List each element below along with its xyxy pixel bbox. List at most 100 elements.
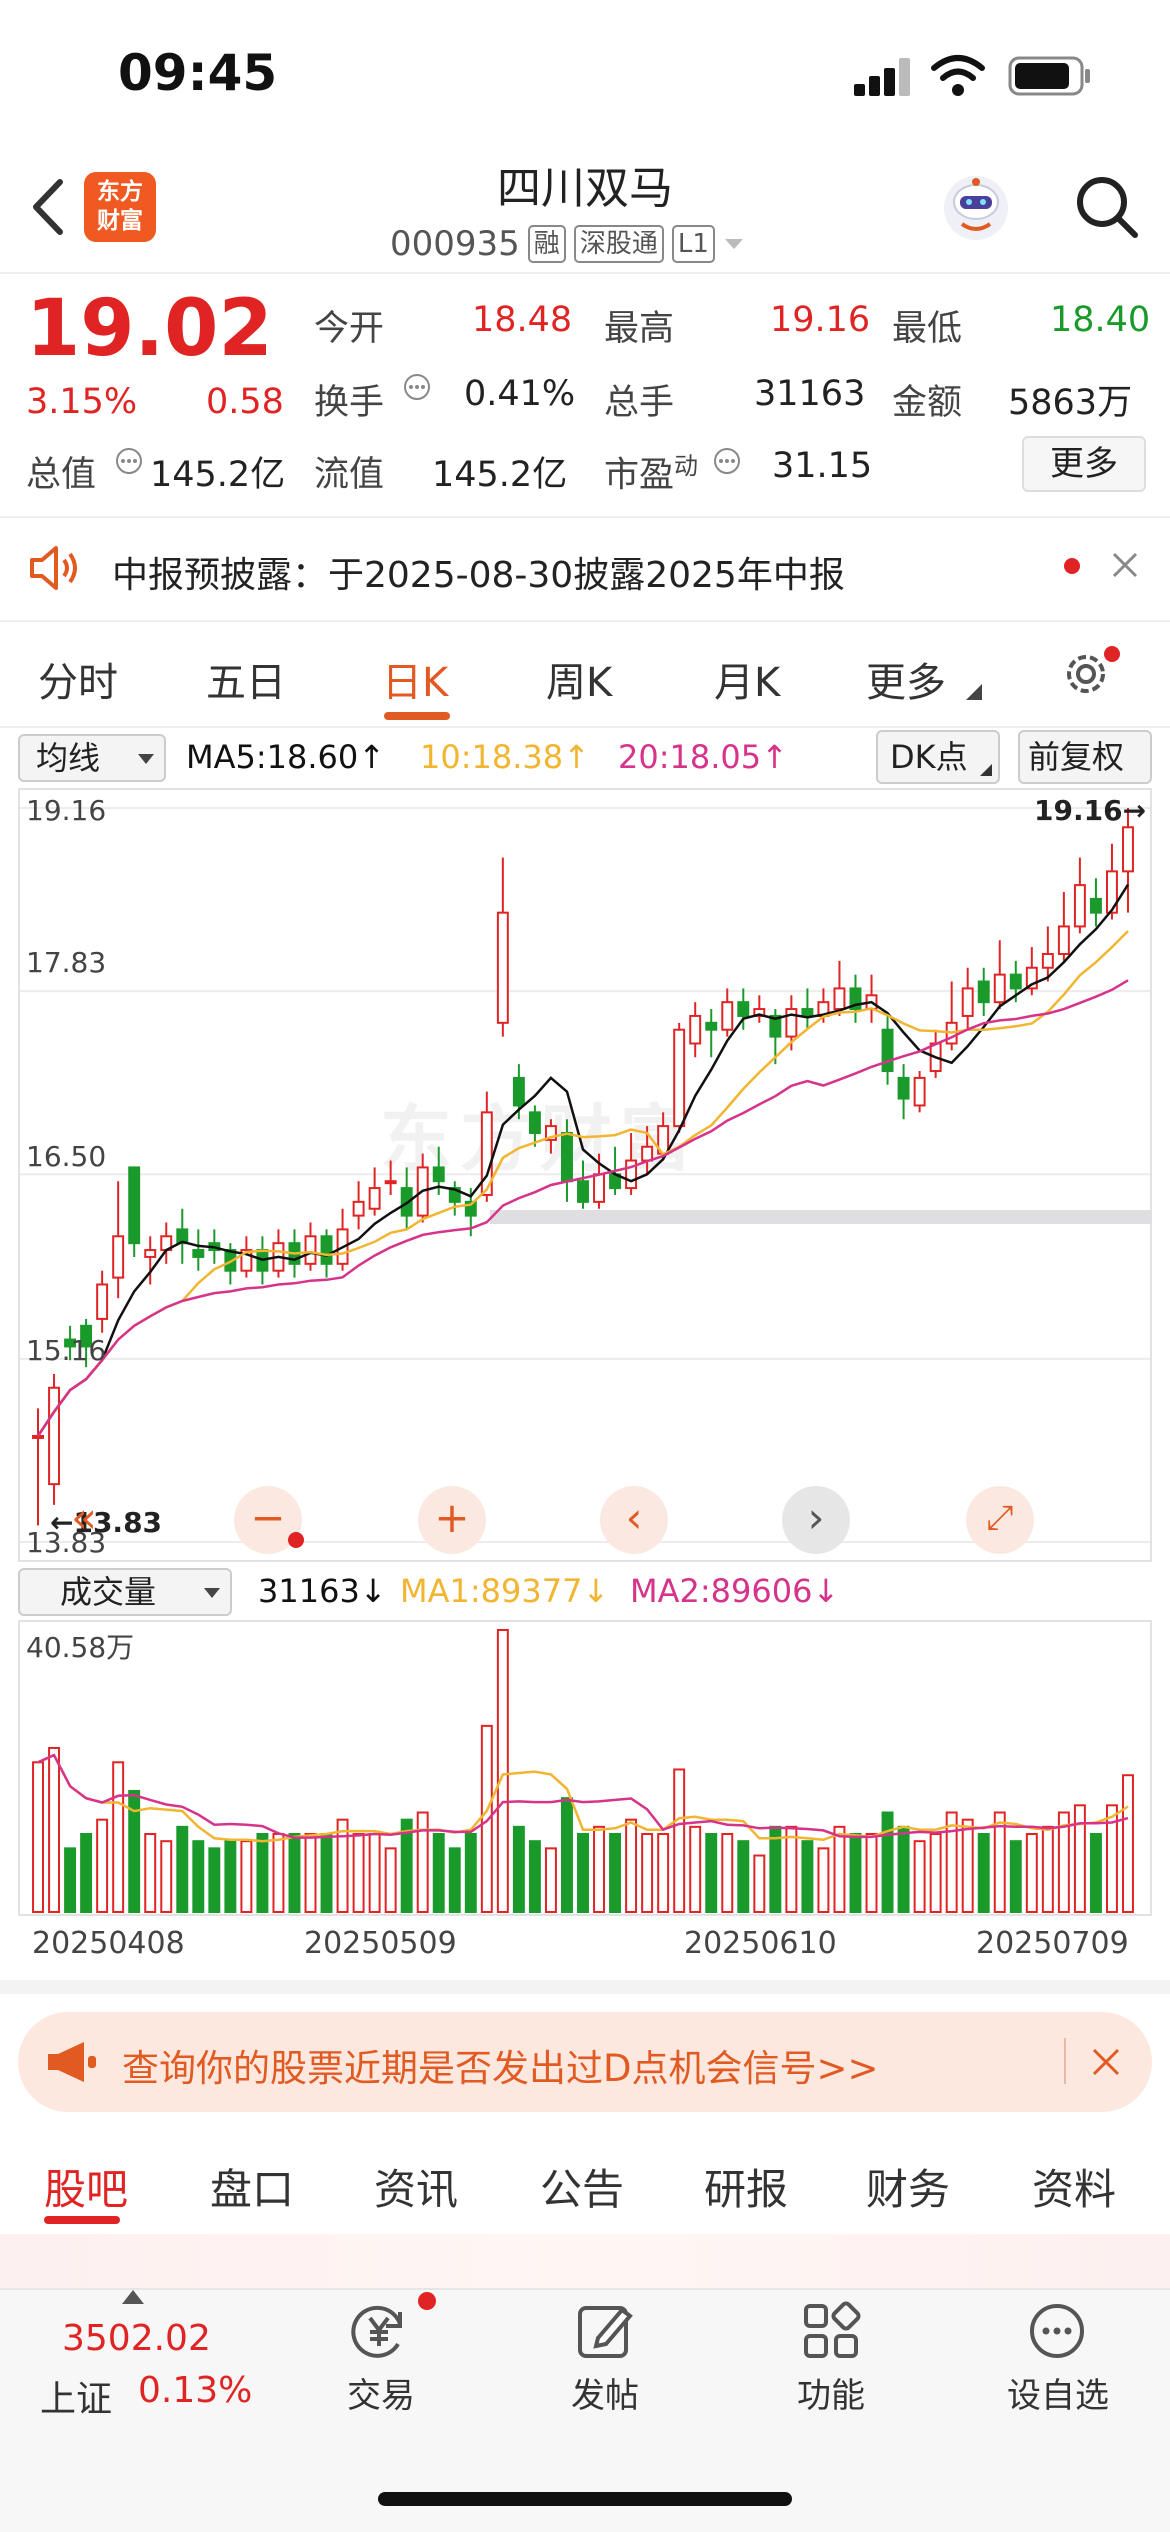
notice-text[interactable]: 中报预披露：于2025-08-30披露2025年中报 [112, 546, 845, 598]
volume-bar-up [144, 1833, 157, 1913]
volume-value: 31163 [754, 374, 866, 414]
candle-up [1041, 952, 1054, 969]
wifi-icon [931, 55, 985, 96]
info-dots-icon[interactable] [402, 372, 432, 402]
volume-bar-up [657, 1833, 670, 1913]
volume-bar-down [256, 1833, 269, 1913]
tab-week-k[interactable]: 周K [546, 650, 612, 708]
nav-post[interactable]: 发帖 [558, 2368, 652, 2417]
open-value: 18.48 [472, 300, 573, 340]
fullscreen-icon[interactable]: ⤢ [966, 1486, 1034, 1554]
tab-active-indicator [384, 712, 450, 720]
volume-bar-up [32, 1761, 44, 1913]
volume-selector-dropdown[interactable]: 成交量 [18, 1568, 232, 1616]
forward-adjust-button[interactable]: 前复权 [1018, 730, 1152, 784]
ma5-value: MA5:18.60↑ [186, 738, 386, 776]
nav-set-watchlist[interactable]: 设自选 [998, 2368, 1118, 2417]
tab-five-day[interactable]: 五日 [206, 650, 286, 708]
tab-guba[interactable]: 股吧 [44, 2156, 128, 2217]
volume-bar-down [176, 1825, 189, 1913]
function-grid-icon[interactable] [800, 2300, 862, 2362]
volume-bar-down [64, 1847, 77, 1913]
candle-down [1089, 897, 1102, 914]
volume-bar-down [897, 1825, 910, 1913]
y-axis-label-max: 19.16 [26, 794, 107, 827]
close-icon[interactable] [1110, 550, 1140, 580]
close-icon[interactable] [1090, 2046, 1122, 2078]
ma5-line [36, 883, 1130, 1437]
y-axis-label: 17.83 [26, 946, 107, 979]
trade-yen-icon[interactable] [348, 2300, 410, 2362]
more-quote-button[interactable]: 更多 [1022, 436, 1146, 492]
robot-assistant-icon[interactable] [940, 172, 1012, 244]
candle-down [192, 1249, 205, 1258]
pe-label: 市盈动 [604, 452, 699, 496]
zoom-in-button[interactable]: + [418, 1486, 486, 1554]
candle-up [833, 987, 846, 1011]
zoom-out-dot [288, 1532, 304, 1548]
candle-up [785, 1008, 798, 1038]
collapse-left-icon[interactable]: « [50, 1486, 118, 1554]
tab-news[interactable]: 资讯 [374, 2156, 458, 2217]
tab-pankou[interactable]: 盘口 [210, 2156, 294, 2217]
candle-up [689, 1014, 702, 1045]
kline-chart-panel[interactable]: 东方财富 19.16 17.83 16.50 15.16 13.83 19.16… [18, 788, 1152, 1562]
volume-bar-up [1073, 1804, 1086, 1914]
volume-bar-down [801, 1840, 814, 1913]
dpoint-banner[interactable]: 查询你的股票近期是否发出过D点机会信号>> [18, 2012, 1152, 2112]
volume-bar-up [673, 1768, 686, 1913]
tab-day-k[interactable]: 日K [382, 650, 448, 708]
volume-bar-down [464, 1833, 477, 1913]
total-cap-value: 145.2亿 [150, 455, 286, 495]
caret-down-icon [138, 754, 154, 764]
volume-bar-down [881, 1811, 894, 1914]
volume-bar-down [609, 1833, 622, 1913]
tab-month-k[interactable]: 月K [714, 650, 780, 708]
pan-right-button[interactable]: › [782, 1486, 850, 1554]
volume-y-max: 40.58万 [26, 1631, 135, 1664]
volume-bar-down [577, 1833, 589, 1913]
nav-trade[interactable]: 交易 [336, 2368, 426, 2417]
stock-code-row[interactable]: 000935 融 深股通 L1 [390, 222, 745, 266]
search-icon[interactable] [1072, 172, 1142, 242]
caret-up-icon [122, 2290, 144, 2304]
candle-down [977, 980, 990, 1004]
dk-point-button[interactable]: DK点 [876, 730, 1000, 784]
tab-intraday[interactable]: 分时 [38, 650, 118, 708]
candle-up [112, 1235, 125, 1279]
candle-up [961, 987, 974, 1017]
back-arrow-icon[interactable] [24, 172, 74, 242]
tab-announcements[interactable]: 公告 [540, 2156, 624, 2217]
volume-bar-down [737, 1840, 750, 1913]
index-value[interactable]: 3502.02 [62, 2318, 211, 2359]
status-time: 09:45 [118, 44, 278, 102]
ma-selector-dropdown[interactable]: 均线 [18, 734, 166, 782]
tab-profile[interactable]: 资料 [1032, 2156, 1116, 2217]
pan-left-button[interactable]: ‹ [600, 1486, 668, 1554]
content-tab-indicator [44, 2216, 120, 2224]
dpoint-banner-text: 查询你的股票近期是否发出过D点机会信号>> [122, 2047, 879, 2090]
stock-code: 000935 [390, 224, 520, 264]
compose-post-icon[interactable] [574, 2300, 636, 2362]
tab-research[interactable]: 研报 [704, 2156, 788, 2217]
info-dots-icon[interactable] [712, 446, 742, 476]
volume-bar-down [977, 1833, 990, 1913]
caret-down-icon [724, 239, 743, 249]
candle-up [641, 1145, 654, 1162]
volume-bar-up [817, 1847, 830, 1913]
info-dots-icon[interactable] [114, 446, 144, 476]
volume-chart-panel[interactable]: 40.58万 [18, 1620, 1152, 1916]
nav-functions[interactable]: 功能 [784, 2368, 878, 2417]
ma10-value: 10:18.38↑ [420, 738, 590, 776]
tab-finance[interactable]: 财务 [866, 2156, 950, 2217]
battery-icon [1008, 56, 1090, 96]
volume-svg [32, 1629, 1134, 1914]
volume-bar-down [208, 1847, 221, 1913]
candle-down [881, 1028, 894, 1073]
volume-bar-down [1009, 1840, 1022, 1913]
candle-up [673, 1028, 686, 1128]
volume-bar-down [192, 1840, 205, 1913]
candle-up [32, 1434, 44, 1439]
tab-more[interactable]: 更多 [866, 650, 946, 708]
more-options-icon[interactable] [1026, 2300, 1088, 2362]
